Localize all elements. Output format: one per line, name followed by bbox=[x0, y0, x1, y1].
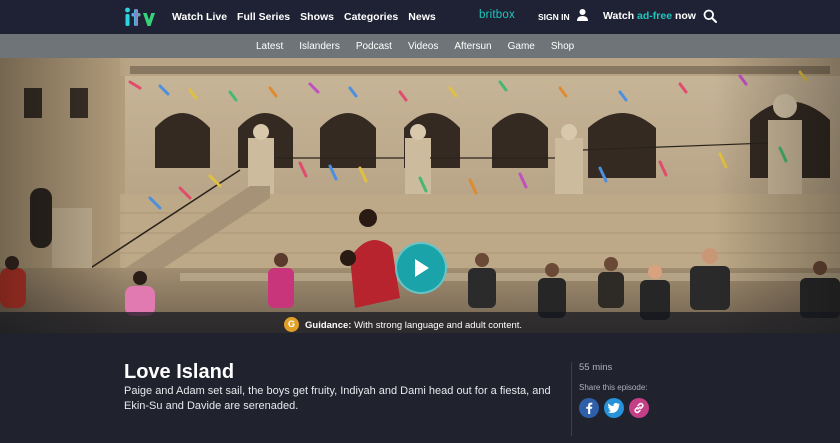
twitter-share-button[interactable] bbox=[604, 398, 624, 418]
watch-ad-free-link[interactable]: Watch ad-free now bbox=[603, 10, 696, 22]
share-buttons bbox=[579, 398, 649, 418]
user-icon bbox=[576, 8, 589, 26]
subnav-videos[interactable]: Videos bbox=[408, 41, 438, 52]
guidance-message: Guidance: With strong language and adult… bbox=[305, 315, 522, 333]
play-button[interactable] bbox=[395, 242, 447, 294]
watch-suffix: now bbox=[672, 10, 696, 22]
main-nav: Watch Live Full Series Shows Categories … bbox=[172, 0, 436, 34]
facebook-icon bbox=[586, 402, 593, 414]
video-player[interactable]: G Guidance: With strong language and adu… bbox=[0, 58, 840, 333]
link-icon bbox=[634, 402, 644, 414]
nav-categories[interactable]: Categories bbox=[344, 11, 398, 23]
episode-description: Paige and Adam set sail, the boys get fr… bbox=[124, 385, 551, 412]
top-navigation: Watch Live Full Series Shows Categories … bbox=[0, 0, 840, 34]
play-icon bbox=[415, 259, 429, 277]
nav-watch-live[interactable]: Watch Live bbox=[172, 11, 227, 23]
subnav-latest[interactable]: Latest bbox=[256, 41, 283, 52]
nav-news[interactable]: News bbox=[408, 11, 435, 23]
share-label: Share this episode: bbox=[579, 383, 648, 392]
facebook-share-button[interactable] bbox=[579, 398, 599, 418]
guidance-icon: G bbox=[284, 316, 299, 332]
sign-in-label: SIGN IN bbox=[538, 12, 570, 22]
episode-duration: 55 mins bbox=[579, 362, 613, 373]
subnav-podcast[interactable]: Podcast bbox=[356, 41, 392, 52]
subnav-islanders[interactable]: Islanders bbox=[299, 41, 340, 52]
itv-logo[interactable] bbox=[124, 6, 162, 28]
ad-free-highlight: ad-free bbox=[637, 10, 673, 22]
search-icon[interactable] bbox=[703, 9, 717, 28]
nav-full-series[interactable]: Full Series bbox=[237, 11, 290, 23]
show-subnav: Latest Islanders Podcast Videos Aftersun… bbox=[0, 34, 840, 58]
guidance-text: With strong language and adult content. bbox=[351, 320, 523, 331]
subnav-game[interactable]: Game bbox=[508, 41, 535, 52]
subnav-shop[interactable]: Shop bbox=[551, 41, 574, 52]
info-divider bbox=[571, 362, 572, 436]
britbox-link[interactable]: britbox bbox=[479, 9, 515, 21]
guidance-notice: G Guidance: With strong language and adu… bbox=[284, 315, 522, 333]
subnav-aftersun[interactable]: Aftersun bbox=[454, 41, 491, 52]
guidance-bar: G Guidance: With strong language and adu… bbox=[0, 312, 840, 333]
guidance-label: Guidance: bbox=[305, 320, 352, 331]
sign-in-button[interactable]: SIGN IN bbox=[538, 8, 589, 26]
episode-title: Love Island bbox=[124, 361, 235, 383]
twitter-icon bbox=[608, 403, 620, 413]
copy-link-share-button[interactable] bbox=[629, 398, 649, 418]
watch-prefix: Watch bbox=[603, 10, 638, 22]
nav-shows[interactable]: Shows bbox=[300, 11, 334, 23]
